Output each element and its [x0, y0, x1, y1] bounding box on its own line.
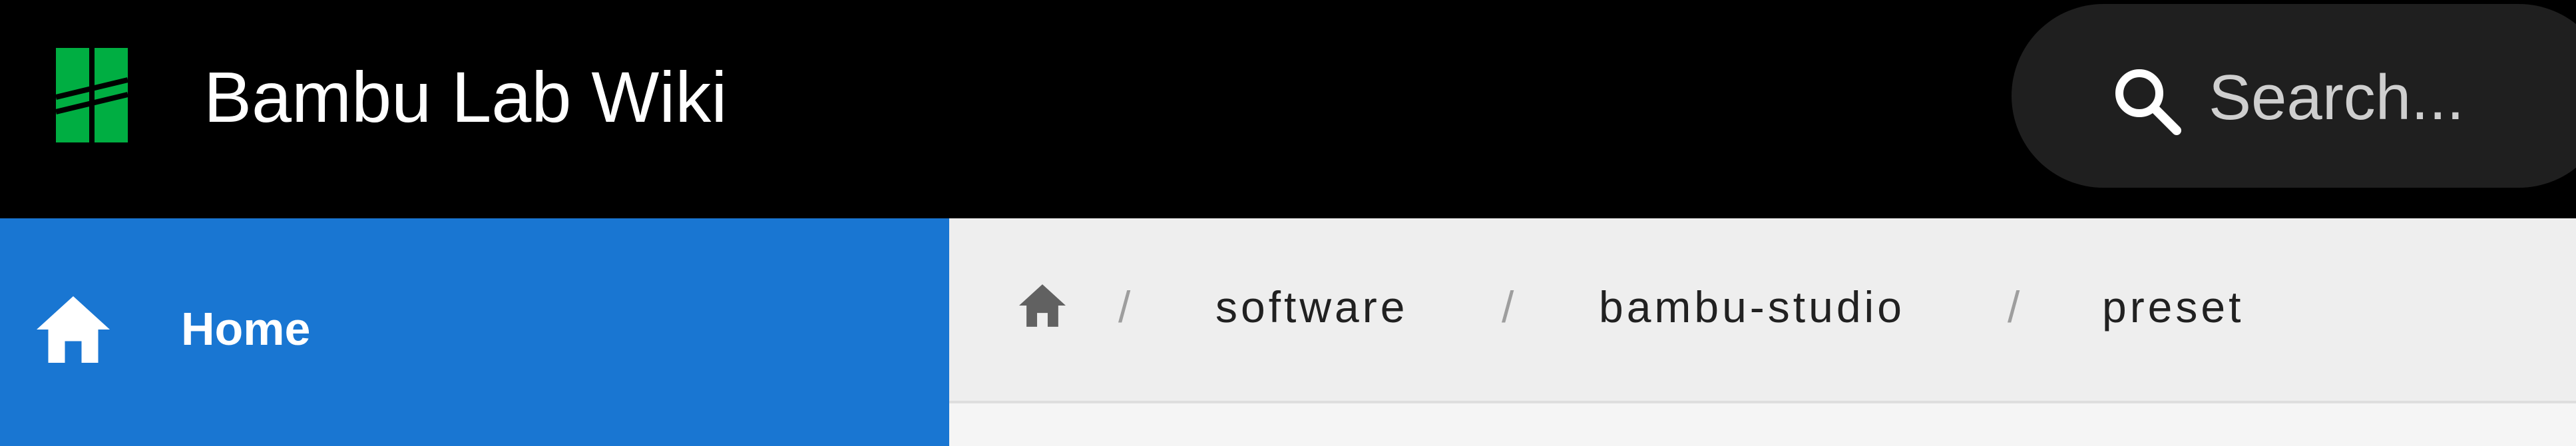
search-input[interactable]	[2209, 56, 2568, 140]
breadcrumb-separator: /	[2008, 282, 2020, 332]
breadcrumb-home-icon[interactable]	[1016, 282, 1069, 329]
breadcrumb-separator: /	[1502, 282, 1514, 332]
search-bar[interactable]	[2012, 4, 2576, 188]
bambu-logo-icon[interactable]	[55, 48, 128, 142]
home-icon	[33, 293, 113, 366]
breadcrumb: / software / bambu-studio / preset	[949, 218, 2576, 403]
search-icon	[2110, 64, 2182, 136]
breadcrumb-item-software[interactable]: software	[1215, 278, 1408, 335]
breadcrumb-item-bambu-studio[interactable]: bambu-studio	[1599, 278, 1905, 335]
sidebar-item-label: Home	[181, 303, 311, 355]
breadcrumb-separator: /	[1118, 282, 1131, 332]
site-title[interactable]: Bambu Lab Wiki	[204, 55, 727, 140]
top-app-bar: Bambu Lab Wiki	[0, 0, 2576, 218]
breadcrumb-item-preset[interactable]: preset	[2102, 278, 2244, 335]
page-content	[949, 403, 2576, 446]
sidebar-item-home[interactable]: Home	[0, 218, 949, 446]
